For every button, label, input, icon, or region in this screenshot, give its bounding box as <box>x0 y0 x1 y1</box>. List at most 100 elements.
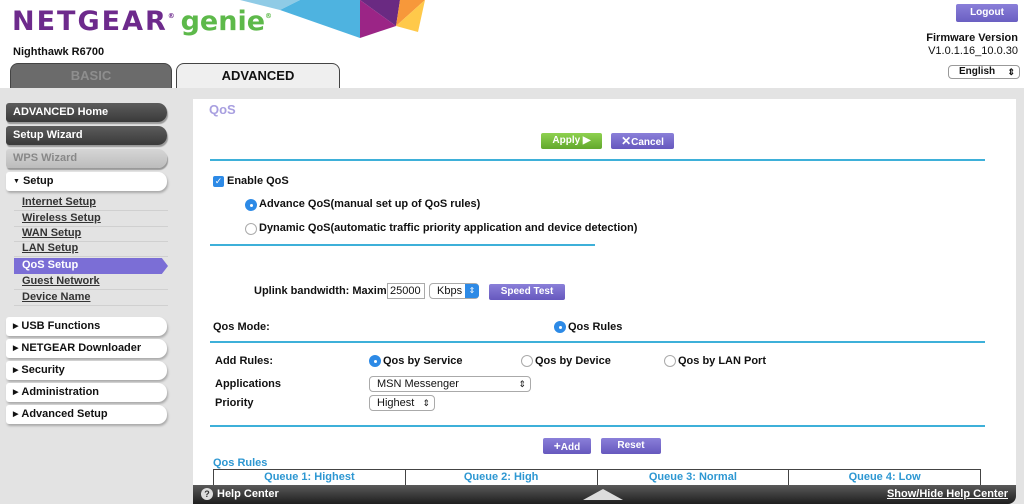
sidebar-advanced-setup[interactable]: ▶ Advanced Setup <box>6 405 167 424</box>
sidebar-advanced-home[interactable]: ADVANCED Home <box>6 103 167 122</box>
priority-label: Priority <box>215 397 254 409</box>
advance-qos-radio[interactable] <box>245 199 257 211</box>
help-question-icon: ? <box>201 488 213 500</box>
uplink-unit-select[interactable]: Kbps ⇕ <box>429 283 479 299</box>
netgear-genie-logo: NETGEAR® genie® <box>12 8 272 35</box>
dynamic-qos-radio[interactable] <box>245 223 257 235</box>
add-label: Add <box>560 442 581 453</box>
router-model: Nighthawk R6700 <box>13 46 105 58</box>
router-admin-page: NETGEAR® genie® Nighthawk R6700 BASIC AD… <box>0 0 1024 504</box>
sidebar-wps-wizard[interactable]: WPS Wizard <box>6 149 167 168</box>
applications-label: Applications <box>215 378 282 390</box>
qos-rules-table-header: Queue 1: Highest Queue 2: High Queue 3: … <box>213 469 981 485</box>
plus-icon: + <box>553 439 561 453</box>
help-center-label[interactable]: Help Center <box>217 488 279 500</box>
expand-up-arrow-icon[interactable] <box>583 489 623 500</box>
firmware-version: V1.0.1.16_10.0.30 <box>928 45 1018 57</box>
select-arrows-icon: ⇕ <box>518 379 526 389</box>
registered-mark: ® <box>167 12 177 20</box>
collapsed-triangle-icon: ▶ <box>13 367 19 374</box>
enable-qos-label: Enable QoS <box>227 175 289 187</box>
show-hide-help-center-link[interactable]: Show/Hide Help Center <box>887 488 1008 500</box>
qos-rules-title: Qos Rules <box>213 457 268 469</box>
collapsed-triangle-icon: ▶ <box>13 389 19 396</box>
queue-header: Queue 2: High <box>406 470 598 485</box>
tab-advanced[interactable]: ADVANCED <box>176 63 340 89</box>
sidebar-item-wireless-setup[interactable]: Wireless Setup <box>14 211 168 227</box>
deco-shape <box>280 0 360 38</box>
speed-test-button[interactable]: Speed Test <box>489 284 565 300</box>
page-title: QoS <box>209 102 236 117</box>
priority-select[interactable]: Highest ⇕ <box>369 395 435 411</box>
close-icon: ✕ <box>621 134 632 148</box>
sidebar-administration[interactable]: ▶ Administration <box>6 383 167 402</box>
section-label: Advanced Setup <box>21 408 108 420</box>
queue-header: Queue 4: Low <box>848 471 921 483</box>
divider <box>210 244 595 246</box>
logout-button[interactable]: Logout <box>956 4 1018 22</box>
sidebar-item-qos-setup[interactable]: QoS Setup <box>14 258 168 274</box>
priority-value: Highest <box>377 397 415 409</box>
qos-content-panel: QoS Apply ▶ ✕Cancel ✓ Enable QoS Advance… <box>193 99 1016 485</box>
sidebar-item-wan-setup[interactable]: WAN Setup <box>14 226 168 242</box>
queue-header: Queue 3: Normal <box>598 470 790 485</box>
sidebar-setup-label: Setup <box>22 175 54 187</box>
qos-by-service-radio[interactable] <box>369 355 381 367</box>
tab-basic[interactable]: BASIC <box>10 63 172 89</box>
sidebar-security[interactable]: ▶ Security <box>6 361 167 380</box>
dynamic-qos-label: Dynamic QoS(automatic traffic priority a… <box>259 222 638 234</box>
uplink-bandwidth-label: Uplink bandwidth: Maximum <box>254 285 404 297</box>
collapsed-triangle-icon: ▶ <box>13 411 19 418</box>
qos-mode-label: Qos Mode: <box>213 321 270 333</box>
section-label: Administration <box>21 386 100 398</box>
sidebar-setup-wizard[interactable]: Setup Wizard <box>6 126 167 145</box>
add-rule-button[interactable]: +Add <box>543 438 591 454</box>
sidebar-usb-functions[interactable]: ▶ USB Functions <box>6 317 167 336</box>
qos-by-lan-port-label: Qos by LAN Port <box>678 355 767 367</box>
cancel-button[interactable]: ✕Cancel <box>611 133 674 149</box>
apply-button[interactable]: Apply ▶ <box>541 133 602 149</box>
select-arrows-icon: ⇕ <box>465 284 479 298</box>
enable-qos-checkbox[interactable]: ✓ <box>213 176 224 187</box>
sidebar-item-internet-setup[interactable]: Internet Setup <box>14 195 168 211</box>
qos-rules-radio[interactable] <box>554 321 566 333</box>
reset-button[interactable]: Reset <box>601 438 661 454</box>
decorative-shapes-icon <box>240 0 425 38</box>
language-select[interactable]: English ⇕ <box>948 65 1020 79</box>
qos-by-device-radio[interactable] <box>521 355 533 367</box>
collapsed-triangle-icon: ▶ <box>13 323 19 330</box>
header: NETGEAR® genie® Nighthawk R6700 BASIC AD… <box>0 0 1024 89</box>
sidebar-item-lan-setup[interactable]: LAN Setup <box>14 241 168 257</box>
sidebar-item-guest-network[interactable]: Guest Network <box>14 274 168 290</box>
qos-by-lan-port-radio[interactable] <box>664 355 676 367</box>
checkmark-icon: ✓ <box>214 176 223 186</box>
add-rules-label: Add Rules: <box>215 355 274 367</box>
scrollbar-track[interactable] <box>1016 88 1024 488</box>
firmware-label: Firmware Version <box>926 32 1018 44</box>
expanded-triangle-icon: ▼ <box>13 178 20 185</box>
brand-text: NETGEAR <box>12 6 168 37</box>
applications-select[interactable]: MSN Messenger ⇕ <box>369 376 531 392</box>
queue-header: Queue 1: Highest <box>214 470 406 485</box>
help-center-bar: ? Help Center Show/Hide Help Center <box>193 485 1016 504</box>
cancel-label: Cancel <box>631 137 664 148</box>
divider <box>210 341 985 343</box>
select-arrows-icon: ⇕ <box>1007 67 1015 77</box>
qos-by-device-label: Qos by Device <box>535 355 611 367</box>
sidebar-item-device-name[interactable]: Device Name <box>14 290 168 306</box>
collapsed-triangle-icon: ▶ <box>13 345 19 352</box>
sidebar-netgear-downloader[interactable]: ▶NETGEAR Downloader (BETA) <box>6 339 167 374</box>
qos-rules-radio-label: Qos Rules <box>568 321 623 333</box>
uplink-bandwidth-input[interactable]: 25000 <box>387 283 425 299</box>
applications-value: MSN Messenger <box>377 378 459 390</box>
qos-by-service-label: Qos by Service <box>383 355 463 367</box>
divider <box>210 425 985 427</box>
section-label: USB Functions <box>21 320 101 332</box>
language-value: English <box>959 66 996 77</box>
section-label: Security <box>21 364 65 376</box>
advance-qos-label: Advance QoS(manual set up of QoS rules) <box>259 198 481 210</box>
uplink-unit-value: Kbps <box>437 285 463 297</box>
select-arrows-icon: ⇕ <box>422 398 430 408</box>
divider <box>210 159 985 161</box>
sidebar-setup[interactable]: ▼ Setup <box>6 172 167 191</box>
